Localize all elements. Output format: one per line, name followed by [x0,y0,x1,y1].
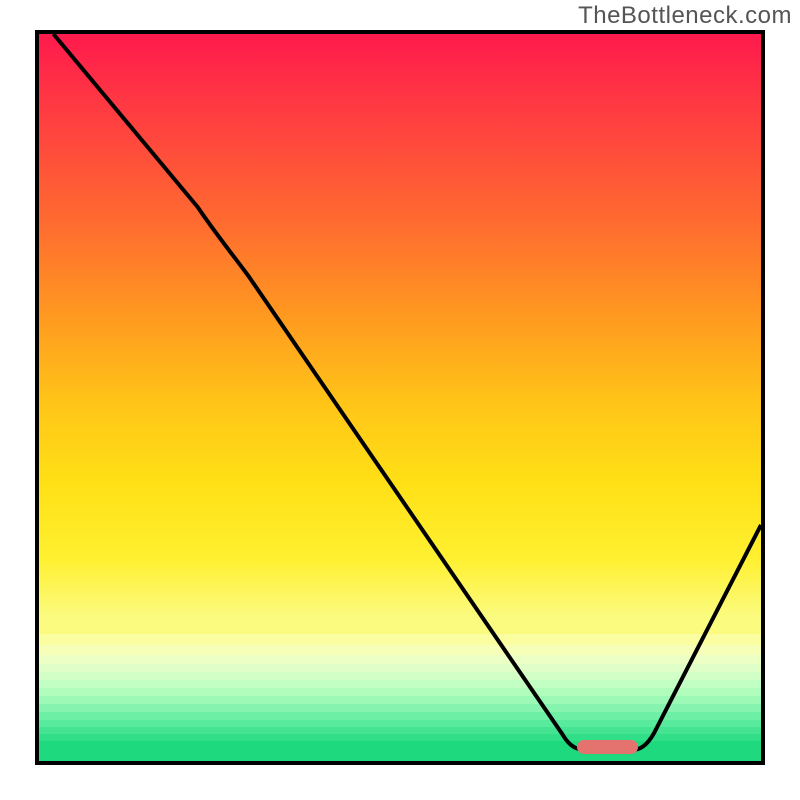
optimal-point-marker [577,740,638,754]
watermark-text: TheBottleneck.com [578,2,792,30]
gradient-band [39,741,761,762]
gradient-background [39,34,761,761]
gradient-band [39,616,761,635]
chart-frame: TheBottleneck.com [0,0,800,800]
plot-area [35,30,765,765]
gradient-band [39,34,761,617]
